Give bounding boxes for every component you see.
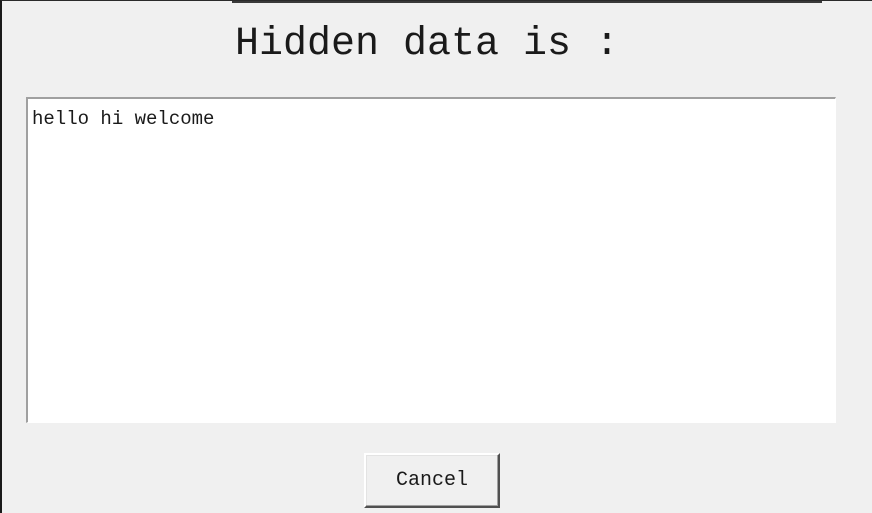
- window-top-edge: [232, 1, 822, 3]
- cancel-button[interactable]: Cancel: [364, 453, 500, 508]
- hidden-data-text-area[interactable]: hello hi welcome: [26, 97, 836, 423]
- hidden-data-dialog: Hidden data is : hello hi welcome Cancel: [0, 0, 872, 513]
- dialog-title: Hidden data is :: [234, 22, 620, 67]
